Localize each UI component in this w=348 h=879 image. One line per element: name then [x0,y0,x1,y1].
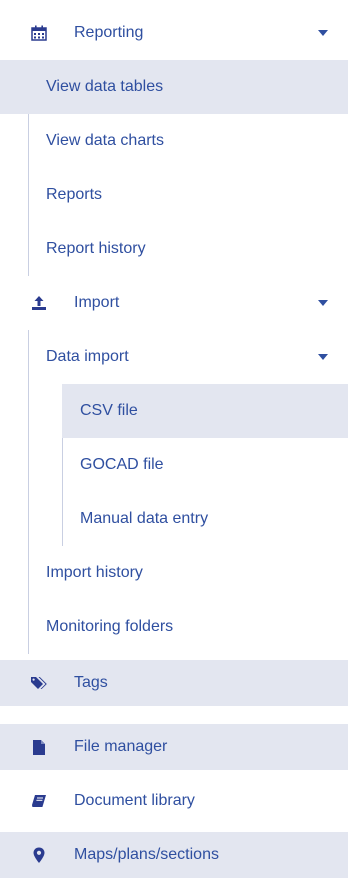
nav-item-manual-data-entry[interactable]: Manual data entry [0,492,348,546]
nav-item-view-data-tables[interactable]: View data tables [0,60,348,114]
map-marker-icon [30,846,48,864]
section-file-manager[interactable]: File manager [0,724,348,770]
chevron-down-icon[interactable] [318,354,328,360]
section-reporting[interactable]: Reporting [0,6,348,60]
section-maps[interactable]: Maps/plans/sections [0,832,348,878]
book-icon [30,792,48,810]
section-label: Import [74,294,120,311]
nav-item-view-data-charts[interactable]: View data charts [0,114,348,168]
nav-item-csv-file[interactable]: CSV file [62,384,348,438]
section-label: Reporting [74,24,144,41]
tags-icon [30,674,48,692]
sidebar-nav: Reporting View data tables View data cha… [0,0,348,879]
nav-item-reports[interactable]: Reports [0,168,348,222]
nav-item-report-history[interactable]: Report history [0,222,348,276]
section-import[interactable]: Import [0,276,348,330]
chevron-down-icon[interactable] [318,30,328,36]
chevron-down-icon[interactable] [318,300,328,306]
section-tags[interactable]: Tags [0,660,348,706]
nav-item-gocad-file[interactable]: GOCAD file [0,438,348,492]
nav-item-monitoring-folders[interactable]: Monitoring folders [0,600,348,654]
file-icon [30,738,48,756]
nav-item-import-history[interactable]: Import history [0,546,348,600]
section-document-library[interactable]: Document library [0,778,348,824]
nav-item-data-import[interactable]: Data import [0,330,348,384]
upload-icon [30,294,48,312]
calendar-icon [30,24,48,42]
